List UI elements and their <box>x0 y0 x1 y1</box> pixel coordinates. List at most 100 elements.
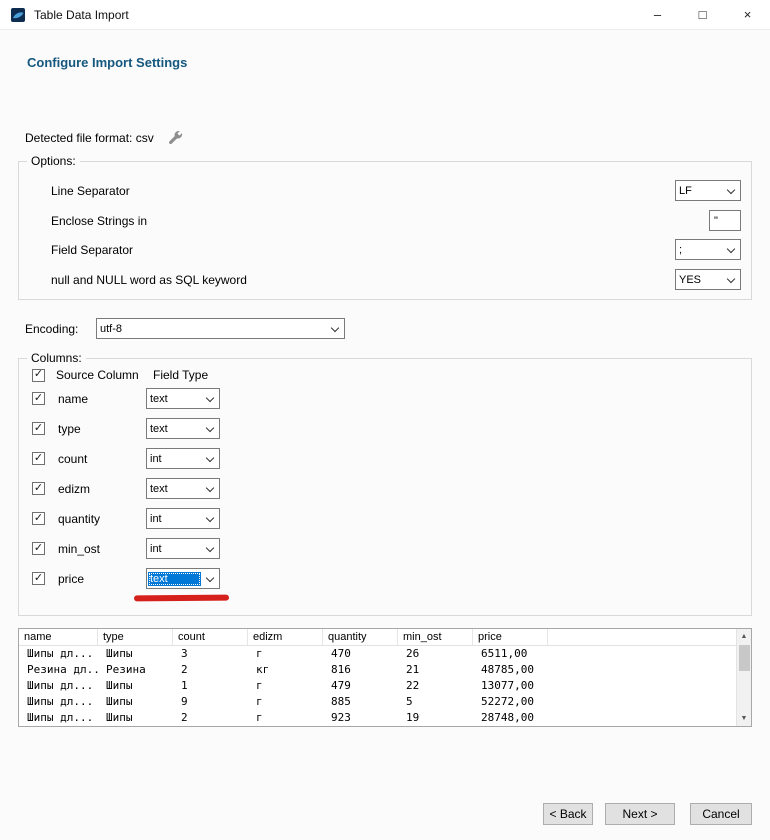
column-row-edizm: ✓ edizm text <box>32 478 220 499</box>
minimize-button[interactable]: – <box>635 0 680 29</box>
source-column-header: Source Column <box>56 368 153 382</box>
cell: 885 <box>323 694 398 710</box>
cell: 9 <box>173 694 248 710</box>
option-row-field-separator: Field Separator ; <box>51 239 741 260</box>
field-type-select[interactable]: int <box>146 508 220 529</box>
cell: Шипы дл... <box>19 694 98 710</box>
cell: Шипы <box>98 694 173 710</box>
field-type-value: text <box>148 422 201 436</box>
field-type-value: int <box>148 452 201 466</box>
column-name: min_ost <box>58 542 146 556</box>
title-bar: Table Data Import – □ × <box>0 0 770 30</box>
select-all-checkbox[interactable]: ✓ <box>32 369 45 382</box>
column-name: price <box>58 572 146 586</box>
column-name: quantity <box>58 512 146 526</box>
check-icon: ✓ <box>34 393 43 404</box>
wrench-icon[interactable] <box>168 130 183 145</box>
scroll-down-icon[interactable]: ▼ <box>737 711 751 726</box>
cell: 22 <box>398 678 473 694</box>
column-name: type <box>58 422 146 436</box>
preview-table: name type count edizm quantity min_ost p… <box>18 628 752 727</box>
column-name: name <box>58 392 146 406</box>
cell: 6511,00 <box>473 646 548 662</box>
column-checkbox[interactable]: ✓ <box>32 422 45 435</box>
cell: Шипы дл... <box>19 678 98 694</box>
cell: Шипы дл... <box>19 710 98 726</box>
preview-header-name: name <box>19 629 98 645</box>
back-button[interactable]: < Back <box>543 803 593 825</box>
cell: Шипы <box>98 678 173 694</box>
check-icon: ✓ <box>34 369 43 380</box>
cell: 26 <box>398 646 473 662</box>
table-row: Шипы дл... Шипы 3 г 470 26 6511,00 <box>19 646 751 662</box>
encoding-value: utf-8 <box>98 322 326 336</box>
cell: Шипы дл... <box>19 646 98 662</box>
check-icon: ✓ <box>34 483 43 494</box>
field-separator-label: Field Separator <box>51 243 133 257</box>
field-type-select[interactable]: int <box>146 448 220 469</box>
chevron-down-icon <box>727 244 735 252</box>
options-group: Options: Line Separator LF Enclose Strin… <box>18 161 752 300</box>
column-checkbox[interactable]: ✓ <box>32 542 45 555</box>
cell: 52272,00 <box>473 694 548 710</box>
maximize-button[interactable]: □ <box>680 0 725 29</box>
line-separator-select[interactable]: LF <box>675 180 741 201</box>
chevron-down-icon <box>206 573 214 581</box>
vertical-scrollbar[interactable]: ▲ ▼ <box>736 629 751 726</box>
annotation-red-underline <box>134 595 229 602</box>
field-type-value: text <box>148 482 201 496</box>
encoding-label: Encoding: <box>25 322 78 336</box>
check-icon: ✓ <box>34 423 43 434</box>
cell: г <box>248 694 323 710</box>
field-type-select-price[interactable]: text <box>146 568 220 589</box>
cell: 19 <box>398 710 473 726</box>
column-checkbox[interactable]: ✓ <box>32 572 45 585</box>
cell: 5 <box>398 694 473 710</box>
page-title: Configure Import Settings <box>27 55 187 70</box>
preview-header-filler <box>548 629 751 645</box>
preview-header-row: name type count edizm quantity min_ost p… <box>19 629 751 646</box>
column-checkbox[interactable]: ✓ <box>32 392 45 405</box>
column-checkbox[interactable]: ✓ <box>32 482 45 495</box>
scroll-thumb[interactable] <box>739 645 750 671</box>
close-button[interactable]: × <box>725 0 770 29</box>
chevron-down-icon <box>206 543 214 551</box>
table-row: Шипы дл... Шипы 1 г 479 22 13077,00 <box>19 678 751 694</box>
chevron-down-icon <box>727 274 735 282</box>
cell: 923 <box>323 710 398 726</box>
column-checkbox[interactable]: ✓ <box>32 512 45 525</box>
columns-header-row: ✓ Source Column Field Type <box>32 367 208 383</box>
column-checkbox[interactable]: ✓ <box>32 452 45 465</box>
preview-header-min-ost: min_ost <box>398 629 473 645</box>
preview-header-quantity: quantity <box>323 629 398 645</box>
field-type-select[interactable]: int <box>146 538 220 559</box>
options-legend: Options: <box>27 154 80 168</box>
field-type-select[interactable]: text <box>146 388 220 409</box>
check-icon: ✓ <box>34 543 43 554</box>
column-row-count: ✓ count int <box>32 448 220 469</box>
encoding-select[interactable]: utf-8 <box>96 318 345 339</box>
chevron-down-icon <box>206 423 214 431</box>
next-button[interactable]: Next > <box>605 803 675 825</box>
cell: 21 <box>398 662 473 678</box>
null-keyword-select[interactable]: YES <box>675 269 741 290</box>
preview-header-type: type <box>98 629 173 645</box>
cell: 1 <box>173 678 248 694</box>
table-row: Шипы дл... Шипы 2 г 923 19 28748,00 <box>19 710 751 726</box>
cell: 13077,00 <box>473 678 548 694</box>
chevron-down-icon <box>331 323 339 331</box>
preview-header-edizm: edizm <box>248 629 323 645</box>
column-row-type: ✓ type text <box>32 418 220 439</box>
enclose-strings-input[interactable] <box>709 210 741 231</box>
line-separator-value: LF <box>677 184 722 198</box>
field-type-select[interactable]: text <box>146 478 220 499</box>
field-separator-select[interactable]: ; <box>675 239 741 260</box>
field-type-value: int <box>148 512 201 526</box>
cell: Резина дл... <box>19 662 98 678</box>
chevron-down-icon <box>206 483 214 491</box>
chevron-down-icon <box>206 513 214 521</box>
scroll-up-icon[interactable]: ▲ <box>737 629 751 644</box>
chevron-down-icon <box>206 453 214 461</box>
field-type-select[interactable]: text <box>146 418 220 439</box>
cancel-button[interactable]: Cancel <box>690 803 752 825</box>
